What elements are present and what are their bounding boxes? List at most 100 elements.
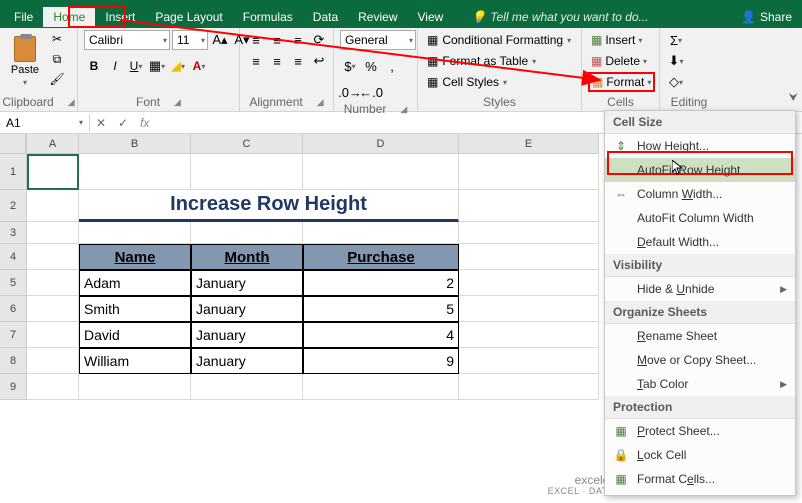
cells-delete-button[interactable]: ▦Delete▾ <box>588 51 655 71</box>
cell[interactable]: January <box>191 348 303 374</box>
col-header[interactable]: B <box>79 134 191 154</box>
cell[interactable] <box>459 244 599 270</box>
increase-decimal-button[interactable]: .0→ <box>340 82 360 102</box>
tab-file[interactable]: File <box>4 7 43 27</box>
align-right-button[interactable]: ≡ <box>288 51 308 71</box>
align-center-button[interactable]: ≡ <box>267 51 287 71</box>
cell[interactable] <box>459 348 599 374</box>
cell[interactable] <box>79 154 191 190</box>
border-button[interactable]: ▦▾ <box>147 56 167 76</box>
increase-font-button[interactable]: A▴ <box>210 30 230 50</box>
orientation-button[interactable]: ⟳ <box>309 30 329 50</box>
tab-insert[interactable]: Insert <box>95 7 145 27</box>
cell[interactable] <box>459 374 599 400</box>
format-painter-button[interactable]: 🖌 <box>48 70 66 88</box>
select-all-corner[interactable] <box>0 134 26 154</box>
sheet-title[interactable]: Increase Row Height <box>79 190 459 222</box>
cell[interactable] <box>191 374 303 400</box>
cell[interactable] <box>27 270 79 296</box>
cell[interactable] <box>27 322 79 348</box>
tab-view[interactable]: View <box>408 7 454 27</box>
cell[interactable] <box>459 322 599 348</box>
cell[interactable] <box>459 222 599 244</box>
dialog-launcher-icon[interactable]: ◢ <box>317 97 324 108</box>
cancel-button[interactable]: ✕ <box>90 116 112 130</box>
cell[interactable] <box>27 190 79 222</box>
autosum-button[interactable]: Σ▾ <box>666 30 686 50</box>
fill-button[interactable]: ⬇▾ <box>666 51 686 71</box>
tab-review[interactable]: Review <box>348 7 407 27</box>
cell-A1[interactable] <box>27 154 79 190</box>
cut-button[interactable]: ✂ <box>48 30 66 48</box>
cell[interactable] <box>459 296 599 322</box>
wrap-text-button[interactable]: ↩ <box>309 51 329 71</box>
cell[interactable] <box>459 154 599 190</box>
cells-format-button[interactable]: ▦Format▾ <box>588 72 655 92</box>
cell[interactable] <box>27 244 79 270</box>
row-header[interactable]: 7 <box>0 322 26 348</box>
menu-autofit-column-width[interactable]: ·AutoFit Column Width <box>605 206 795 230</box>
cell[interactable]: 2 <box>303 270 459 296</box>
menu-hide-unhide[interactable]: ·Hide & Unhide▶ <box>605 277 795 301</box>
paste-button[interactable]: Paste ▾ <box>6 30 44 92</box>
percent-button[interactable]: % <box>361 56 381 76</box>
underline-button[interactable]: U▾ <box>126 56 146 76</box>
align-left-button[interactable]: ≡ <box>246 51 266 71</box>
format-as-table-button[interactable]: ▦Format as Table▾ <box>424 51 574 71</box>
cell[interactable]: January <box>191 296 303 322</box>
cell[interactable] <box>303 374 459 400</box>
cell[interactable]: Adam <box>79 270 191 296</box>
table-header[interactable]: Purchase <box>303 244 459 270</box>
menu-tab-color[interactable]: ·Tab Color▶ <box>605 372 795 396</box>
font-size-combo[interactable]: 11▾ <box>172 30 208 50</box>
cell[interactable]: 5 <box>303 296 459 322</box>
menu-lock-cell[interactable]: 🔒Lock Cell <box>605 443 795 467</box>
share-button[interactable]: 👤Share <box>741 10 792 24</box>
tab-home[interactable]: Home <box>43 7 95 27</box>
font-name-combo[interactable]: Calibri▾ <box>84 30 170 50</box>
cells-insert-button[interactable]: ▦Insert▾ <box>588 30 655 50</box>
col-header[interactable]: D <box>303 134 459 154</box>
row-header[interactable]: 5 <box>0 270 26 296</box>
row-header[interactable]: 4 <box>0 244 26 270</box>
cell[interactable] <box>459 270 599 296</box>
enter-button[interactable]: ✓ <box>112 116 134 130</box>
fx-icon[interactable]: fx <box>134 116 149 130</box>
number-format-combo[interactable]: General▾ <box>340 30 416 50</box>
table-header[interactable]: Month <box>191 244 303 270</box>
menu-autofit-row-height[interactable]: ·AutoFit Row Height <box>605 158 795 182</box>
copy-button[interactable]: ⧉ <box>48 50 66 68</box>
row-header[interactable]: 3 <box>0 222 26 244</box>
comma-button[interactable]: , <box>382 56 402 76</box>
table-header[interactable]: Name <box>79 244 191 270</box>
tab-formulas[interactable]: Formulas <box>233 7 303 27</box>
align-middle-button[interactable]: ≡ <box>267 30 287 50</box>
cell[interactable]: January <box>191 270 303 296</box>
dialog-launcher-icon[interactable]: ◢ <box>174 97 181 108</box>
row-header[interactable]: 1 <box>0 154 26 190</box>
italic-button[interactable]: I <box>105 56 125 76</box>
tab-pagelayout[interactable]: Page Layout <box>145 7 232 27</box>
cell[interactable] <box>27 374 79 400</box>
cell[interactable]: January <box>191 322 303 348</box>
dialog-launcher-icon[interactable]: ◢ <box>68 97 75 108</box>
cell[interactable] <box>303 154 459 190</box>
menu-rename-sheet[interactable]: ·Rename Sheet <box>605 324 795 348</box>
bold-button[interactable]: B <box>84 56 104 76</box>
font-color-button[interactable]: A▾ <box>189 56 209 76</box>
cell[interactable]: William <box>79 348 191 374</box>
tab-data[interactable]: Data <box>303 7 348 27</box>
clear-button[interactable]: ◇▾ <box>666 72 686 92</box>
cell[interactable] <box>79 374 191 400</box>
accounting-button[interactable]: $▾ <box>340 56 360 76</box>
align-top-button[interactable]: ≡ <box>246 30 266 50</box>
cell[interactable] <box>27 348 79 374</box>
menu-format-cells[interactable]: ▦Format Cells... <box>605 467 795 491</box>
cell-styles-button[interactable]: ▦Cell Styles▾ <box>424 72 574 92</box>
cell[interactable]: David <box>79 322 191 348</box>
row-header[interactable]: 6 <box>0 296 26 322</box>
cell[interactable] <box>459 190 599 222</box>
pin-ribbon-icon[interactable]: ⮟ <box>789 92 798 105</box>
row-header[interactable]: 8 <box>0 348 26 374</box>
col-header[interactable]: C <box>191 134 303 154</box>
